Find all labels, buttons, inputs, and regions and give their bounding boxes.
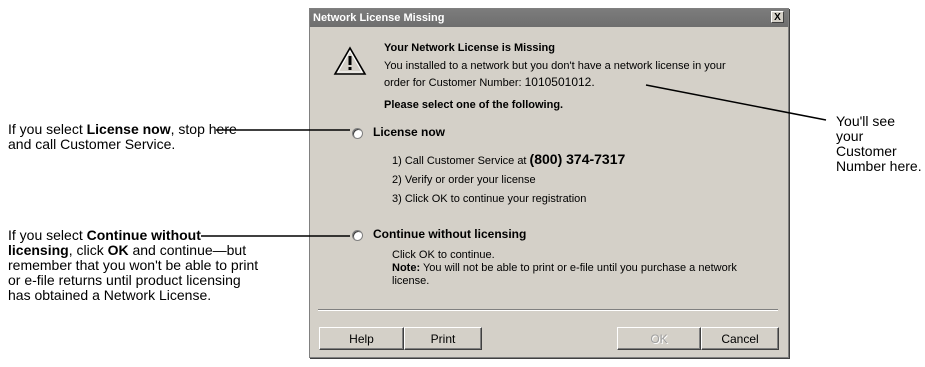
callout-text: , click bbox=[68, 242, 108, 258]
callout-customer-number: You'll see your Customer Number here. bbox=[836, 114, 924, 174]
header-line-2: order for Customer Number: 1010501012. bbox=[384, 74, 764, 91]
callout-bold: OK bbox=[107, 242, 129, 258]
callout-text: If you select bbox=[8, 121, 87, 137]
header-line-2-prefix: order for Customer Number: bbox=[384, 77, 525, 89]
continue-description: Click OK to continue. Note: You will not… bbox=[392, 249, 762, 288]
help-button[interactable]: Help bbox=[319, 327, 404, 350]
warning-triangle-icon bbox=[333, 46, 367, 75]
step-1-text: 1) Call Customer Service at bbox=[392, 155, 530, 167]
continue-line-1: Click OK to continue. bbox=[392, 249, 495, 261]
license-now-steps: 1) Call Customer Service at (800) 374-73… bbox=[392, 150, 625, 209]
dialog-titlebar[interactable]: Network License Missing X bbox=[310, 9, 788, 27]
button-separator bbox=[318, 309, 778, 311]
header-line-1: You installed to a network but you don't… bbox=[384, 60, 726, 72]
step-2: 2) Verify or order your license bbox=[392, 174, 536, 186]
note-label: Note: bbox=[392, 262, 421, 274]
dialog-title: Network License Missing bbox=[313, 12, 445, 24]
cancel-button[interactable]: Cancel bbox=[701, 327, 779, 350]
radio-continue-without-licensing[interactable] bbox=[352, 230, 363, 241]
option-license-now-label[interactable]: License now bbox=[373, 125, 445, 139]
print-button[interactable]: Print bbox=[404, 327, 482, 350]
phone-number: (800) 374-7317 bbox=[529, 151, 626, 167]
network-license-dialog: Network License Missing X Your Network L… bbox=[309, 8, 789, 358]
header-title: Your Network License is Missing bbox=[384, 42, 555, 54]
step-1: 1) Call Customer Service at (800) 374-73… bbox=[392, 150, 625, 171]
callout-license-now: If you select License now, stop here and… bbox=[8, 122, 253, 152]
note-text: You will not be able to print or e-file … bbox=[392, 262, 737, 287]
step-3: 3) Click OK to continue your registratio… bbox=[392, 193, 587, 205]
header-message: You installed to a network but you don't… bbox=[384, 58, 764, 91]
customer-number: 1010501012. bbox=[524, 75, 595, 89]
callout-bold: License now bbox=[86, 121, 171, 137]
callout-continue-without-licensing: If you select Continue without licensing… bbox=[8, 228, 263, 303]
callout-text: If you select bbox=[8, 227, 87, 243]
option-continue-without-licensing-label[interactable]: Continue without licensing bbox=[373, 227, 526, 241]
continue-note: Note: You will not be able to print or e… bbox=[392, 262, 762, 288]
select-prompt: Please select one of the following. bbox=[384, 99, 564, 111]
radio-license-now[interactable] bbox=[352, 128, 363, 139]
callout-text: You'll see your Customer Number here. bbox=[836, 113, 922, 174]
ok-button[interactable]: OK bbox=[617, 327, 701, 350]
close-button[interactable]: X bbox=[771, 11, 784, 23]
